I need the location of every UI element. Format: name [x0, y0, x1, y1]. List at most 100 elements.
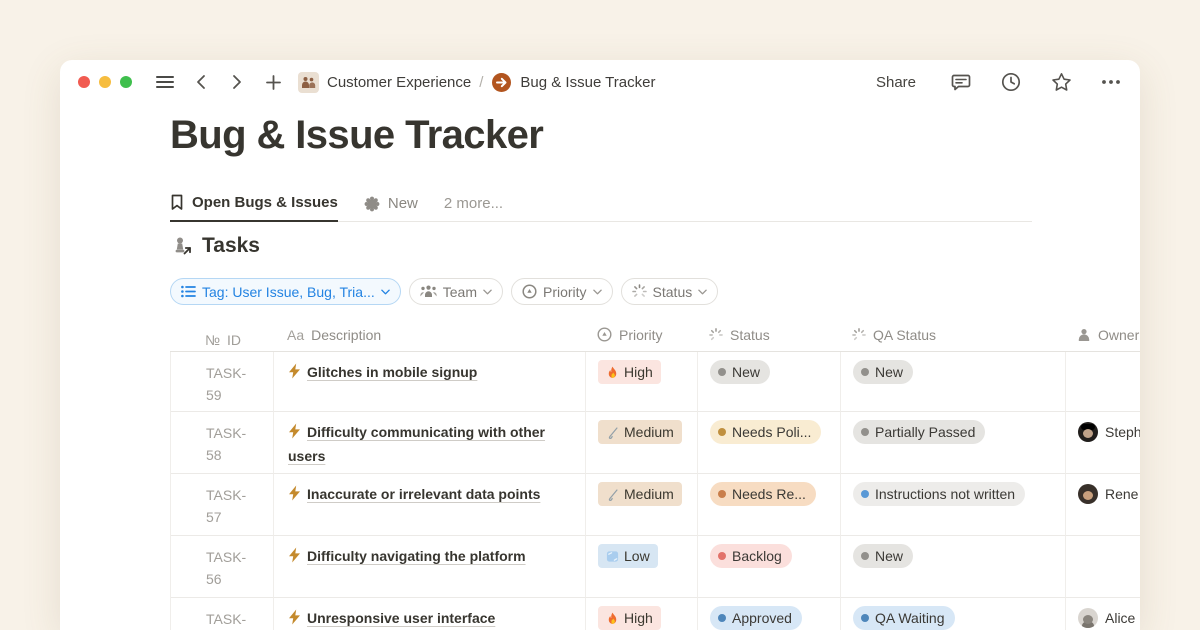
- tab-new[interactable]: New: [364, 186, 418, 222]
- priority-target-icon: [522, 284, 537, 299]
- zoom-window-button[interactable]: [120, 76, 132, 88]
- status-label: New: [732, 364, 760, 380]
- status-tag[interactable]: Needs Re...: [710, 482, 816, 506]
- lightning-bolt-icon: [288, 609, 301, 625]
- priority-cell[interactable]: Medium: [586, 474, 698, 536]
- task-id-cell[interactable]: TASK-59: [171, 352, 274, 412]
- qa-status-tag[interactable]: New: [853, 360, 913, 384]
- column-header-description[interactable]: Aa Description: [273, 318, 585, 352]
- sidebar-menu-icon[interactable]: [154, 71, 176, 93]
- column-header-owner[interactable]: Owner: [1065, 318, 1140, 352]
- task-id-cell[interactable]: TASK-56: [171, 536, 274, 598]
- priority-label: High: [624, 364, 653, 380]
- tab-more[interactable]: 2 more...: [444, 186, 503, 222]
- filter-priority-chip[interactable]: Priority: [511, 278, 613, 305]
- comments-icon[interactable]: [950, 71, 972, 93]
- qa-status-cell[interactable]: New: [841, 352, 1066, 412]
- avatar: [1078, 608, 1098, 628]
- column-header-priority[interactable]: Priority: [585, 318, 697, 352]
- qa-status-cell[interactable]: Instructions not written: [841, 474, 1066, 536]
- owner-cell[interactable]: [1066, 536, 1140, 598]
- priority-pill[interactable]: Low: [598, 544, 658, 568]
- priority-pill[interactable]: High: [598, 606, 661, 630]
- bookmark-icon: [170, 194, 184, 211]
- column-header-id[interactable]: № ID: [170, 318, 273, 352]
- status-cell[interactable]: Needs Re...: [698, 474, 841, 536]
- priority-pill[interactable]: High: [598, 360, 661, 384]
- qa-status-tag[interactable]: Partially Passed: [853, 420, 985, 444]
- close-window-button[interactable]: [78, 76, 90, 88]
- priority-label: Medium: [624, 424, 674, 440]
- minimize-window-button[interactable]: [99, 76, 111, 88]
- task-link[interactable]: Unresponsive user interface: [307, 610, 495, 626]
- forward-icon[interactable]: [226, 71, 248, 93]
- tab-label: New: [388, 195, 418, 212]
- tasks-section-heading: Tasks: [172, 234, 260, 258]
- task-id-cell[interactable]: TASK-: [171, 598, 274, 630]
- status-tag[interactable]: New: [710, 360, 770, 384]
- column-label: Description: [311, 323, 381, 347]
- priority-cell[interactable]: High: [586, 352, 698, 412]
- task-id-cell[interactable]: TASK-57: [171, 474, 274, 536]
- qa-status-tag[interactable]: New: [853, 544, 913, 568]
- filter-tag-chip[interactable]: Tag: User Issue, Bug, Tria...: [170, 278, 401, 305]
- task-link[interactable]: Difficulty navigating the platform: [307, 548, 526, 564]
- qa-status-tag[interactable]: QA Waiting: [853, 606, 955, 630]
- status-spinner-icon: [709, 328, 723, 342]
- priority-label: Low: [624, 548, 650, 564]
- favorite-star-icon[interactable]: [1050, 71, 1072, 93]
- priority-cell[interactable]: High: [586, 598, 698, 630]
- owner-cell[interactable]: Rene: [1066, 474, 1140, 536]
- task-description-cell[interactable]: Difficulty communicating with other user…: [274, 412, 586, 474]
- priority-cell[interactable]: Low: [586, 536, 698, 598]
- status-tag[interactable]: Backlog: [710, 544, 792, 568]
- status-dot-icon: [861, 490, 869, 498]
- status-dot-icon: [718, 428, 726, 436]
- status-cell[interactable]: New: [698, 352, 841, 412]
- filter-status-label: Status: [653, 284, 693, 300]
- task-link[interactable]: Inaccurate or irrelevant data points: [307, 486, 540, 502]
- status-label: Backlog: [732, 548, 782, 564]
- task-link[interactable]: Difficulty communicating with other user…: [288, 424, 545, 464]
- back-icon[interactable]: [190, 71, 212, 93]
- status-tag[interactable]: Approved: [710, 606, 802, 630]
- task-link[interactable]: Glitches in mobile signup: [307, 364, 477, 380]
- task-description-cell[interactable]: Unresponsive user interface: [274, 598, 586, 630]
- filter-team-chip[interactable]: Team: [409, 278, 503, 305]
- badge-icon: [364, 196, 380, 212]
- column-header-status[interactable]: Status: [697, 318, 840, 352]
- task-description-cell[interactable]: Inaccurate or irrelevant data points: [274, 474, 586, 536]
- status-tag[interactable]: Needs Poli...: [710, 420, 821, 444]
- column-header-qa-status[interactable]: QA Status: [840, 318, 1065, 352]
- table-header-row: № ID Aa Description Priority Status QA S…: [170, 318, 1140, 352]
- filter-bar: Tag: User Issue, Bug, Tria... Team Prior…: [170, 278, 718, 305]
- person-icon: [1077, 328, 1091, 342]
- avatar: [1078, 422, 1098, 442]
- owner-cell[interactable]: [1066, 352, 1140, 412]
- status-label: Needs Re...: [732, 486, 806, 502]
- filter-status-chip[interactable]: Status: [621, 278, 719, 305]
- priority-pill[interactable]: Medium: [598, 482, 682, 506]
- task-description-cell[interactable]: Difficulty navigating the platform: [274, 536, 586, 598]
- status-cell[interactable]: Approved: [698, 598, 841, 630]
- status-dot-icon: [861, 552, 869, 560]
- owner-cell[interactable]: Alice: [1066, 598, 1140, 630]
- priority-cell[interactable]: Medium: [586, 412, 698, 474]
- share-button[interactable]: Share: [876, 74, 916, 91]
- updates-clock-icon[interactable]: [1000, 71, 1022, 93]
- owner-cell[interactable]: Steph: [1066, 412, 1140, 474]
- priority-pill[interactable]: Medium: [598, 420, 682, 444]
- qa-status-cell[interactable]: QA Waiting: [841, 598, 1066, 630]
- task-id-cell[interactable]: TASK-58: [171, 412, 274, 474]
- status-cell[interactable]: Needs Poli...: [698, 412, 841, 474]
- breadcrumb-page[interactable]: Bug & Issue Tracker: [520, 74, 655, 91]
- qa-status-cell[interactable]: New: [841, 536, 1066, 598]
- tab-open-bugs-issues[interactable]: Open Bugs & Issues: [170, 186, 338, 222]
- status-cell[interactable]: Backlog: [698, 536, 841, 598]
- breadcrumb-workspace[interactable]: Customer Experience: [327, 74, 471, 91]
- qa-status-tag[interactable]: Instructions not written: [853, 482, 1025, 506]
- qa-status-cell[interactable]: Partially Passed: [841, 412, 1066, 474]
- new-page-icon[interactable]: [262, 71, 284, 93]
- more-options-icon[interactable]: [1100, 71, 1122, 93]
- task-description-cell[interactable]: Glitches in mobile signup: [274, 352, 586, 412]
